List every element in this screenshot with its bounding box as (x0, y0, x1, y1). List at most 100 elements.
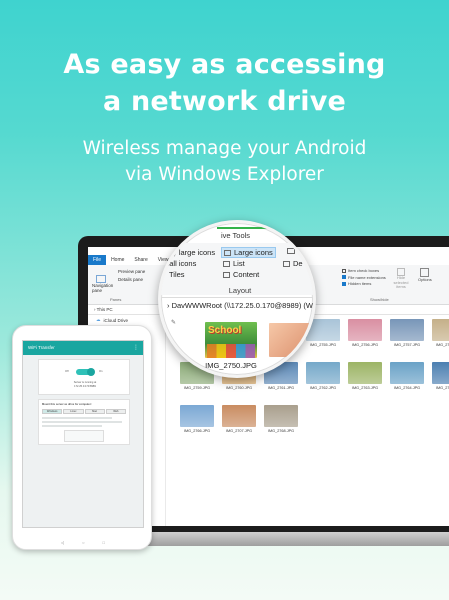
details-option[interactable]: De (283, 259, 303, 268)
checkbox-checked-icon (342, 275, 346, 280)
file-name: IMG_2757.JPG (393, 343, 421, 347)
file-name: IMG_2765.JPG (435, 386, 449, 390)
app-title: WiFi Transfer (28, 345, 55, 350)
subheadline-line-2: via Windows Explorer (125, 164, 324, 185)
headline-line-2: a network drive (102, 86, 347, 117)
preview-pane-button[interactable]: Preview pane (118, 269, 145, 274)
details-label: De (293, 259, 303, 268)
more-options-icon[interactable]: ⋮ (133, 344, 139, 351)
home-icon[interactable]: ○ (82, 540, 84, 545)
platform-option-mac[interactable]: Mac (84, 409, 105, 414)
headline: As easy as accessing a network drive (0, 46, 449, 120)
subheadline-line-1: Wireless manage your Android (82, 138, 367, 159)
details-pane-label: Details pane (118, 277, 144, 282)
file-name: IMG_2764.JPG (393, 386, 421, 390)
back-icon[interactable]: ◁ (61, 540, 64, 545)
hide-selected-button[interactable]: Hide selected items (390, 268, 412, 290)
tablet-screen: WiFi Transfer ⋮ Off On Server is running… (22, 340, 144, 528)
file-thumbnail[interactable]: IMG_2757.JPG (390, 319, 424, 347)
server-address-text: 172.25.0.170:8989 (74, 385, 96, 388)
cloud-icon: ☁ (96, 317, 101, 322)
details-pane-button[interactable]: Details pane (118, 277, 143, 282)
platform-segmented-control: Windows Linux Mac Web (42, 409, 126, 414)
chevron-right-icon: › (94, 307, 96, 312)
file-thumbnail[interactable]: IMG_2756.JPG (348, 319, 382, 347)
mount-instructions-card: Mount this server as drive for computer:… (38, 399, 130, 445)
show-hide-group: Item check boxes File name extensions Hi… (342, 268, 386, 288)
grid-icon (224, 249, 231, 256)
content-option[interactable]: Content (223, 270, 259, 279)
photo-thumbnail[interactable]: School (205, 322, 257, 358)
file-name: IMG_2760.JPG (225, 386, 253, 390)
pin-icon: ✎ (171, 320, 177, 326)
file-thumbnail[interactable]: IMG_2766.JPG (180, 405, 214, 433)
content-icon (223, 271, 230, 278)
options-button[interactable]: Options (418, 268, 432, 284)
network-drive-path-text: DavWWWRoot (\\172.25.0.170@8989) (W:) (171, 301, 316, 310)
android-tablet: WiFi Transfer ⋮ Off On Server is running… (12, 325, 152, 550)
tiles-option[interactable]: Tiles (169, 270, 185, 279)
options-label: Options (418, 277, 432, 282)
server-status-card: Off On Server is running at 172.25.0.170… (38, 359, 130, 395)
hidden-items-label: Hidden items (348, 281, 372, 286)
instruction-screenshot (64, 430, 104, 442)
nav-item[interactable]: ☁ iCloud Drive (88, 315, 165, 325)
tiles-label: Tiles (169, 270, 185, 279)
file-name-extensions-label: File name extensions (348, 274, 386, 280)
tab-file[interactable]: File (88, 255, 107, 265)
file-thumbnail[interactable]: IMG_2768.JPG (264, 405, 298, 433)
file-name: IMG_2759.JPG (183, 386, 211, 390)
picture-tools-tab[interactable]: ive Tools (217, 227, 273, 241)
subheadline: Wireless manage your Android via Windows… (0, 136, 449, 188)
file-name: IMG_2768.JPG (267, 429, 295, 433)
android-nav-bar: ◁ ○ □ (13, 540, 153, 545)
app-bar: WiFi Transfer ⋮ (23, 341, 143, 355)
navigation-pane-button[interactable]: Navigation pane (92, 275, 118, 293)
tab-home[interactable]: Home (106, 255, 129, 265)
network-drive-path[interactable]: › DavWWWRoot (\\172.25.0.170@8989) (W:) (167, 301, 316, 310)
photo-sign-text: School (208, 325, 242, 336)
image-preview (264, 405, 298, 427)
file-thumbnail[interactable]: IMG_2765.JPG (432, 362, 449, 390)
list-label: List (233, 259, 245, 268)
file-thumbnail[interactable]: IMG_2763.JPG (348, 362, 382, 390)
small-icons-option[interactable]: mall icons (163, 259, 196, 268)
instruction-line (42, 425, 102, 427)
instruction-line (42, 417, 112, 419)
large-icons-option[interactable]: Large icons (221, 247, 276, 258)
photo-thumbnail-partial[interactable] (269, 323, 313, 357)
image-preview (180, 405, 214, 427)
file-thumbnail[interactable]: IMG_2707.JPG (222, 405, 256, 433)
file-thumbnail[interactable]: IMG_2758.JPG (432, 319, 449, 347)
photo-content (207, 344, 255, 358)
tab-share[interactable]: Share (129, 255, 152, 265)
address-text: This PC (96, 307, 113, 312)
hidden-items-toggle[interactable]: Hidden items (342, 281, 386, 288)
details-icon (283, 260, 290, 267)
content-label: Content (233, 270, 260, 279)
image-preview (348, 319, 382, 341)
server-toggle[interactable] (76, 368, 95, 376)
list-option[interactable]: List (223, 259, 245, 268)
view-scroll-icon[interactable] (287, 248, 295, 254)
instruction-line (42, 421, 122, 423)
file-name: IMG_2756.JPG (351, 343, 379, 347)
platform-option-web[interactable]: Web (105, 409, 126, 414)
list-icon (223, 260, 230, 267)
file-name: IMG_2763.JPG (351, 386, 379, 390)
photo-filename: IMG_2750.JPG (205, 361, 257, 370)
file-thumbnail[interactable]: IMG_2764.JPG (390, 362, 424, 390)
image-preview (390, 319, 424, 341)
platform-option-linux[interactable]: Linux (63, 409, 84, 414)
show-hide-group-label: Show/hide (370, 297, 389, 302)
checkbox-checked-icon (342, 281, 346, 286)
extra-large-icons-option[interactable]: y large icons (163, 248, 215, 257)
panes-group-label: Panes (110, 297, 122, 302)
file-name: IMG_2707.JPG (225, 429, 253, 433)
magnifier-callout: ive Tools y large icons Large icons mall… (158, 220, 316, 378)
image-preview (390, 362, 424, 384)
layout-group-label: Layout (228, 286, 252, 295)
platform-option-windows[interactable]: Windows (42, 409, 63, 414)
grid-icon (163, 249, 170, 256)
recent-apps-icon[interactable]: □ (103, 540, 105, 545)
